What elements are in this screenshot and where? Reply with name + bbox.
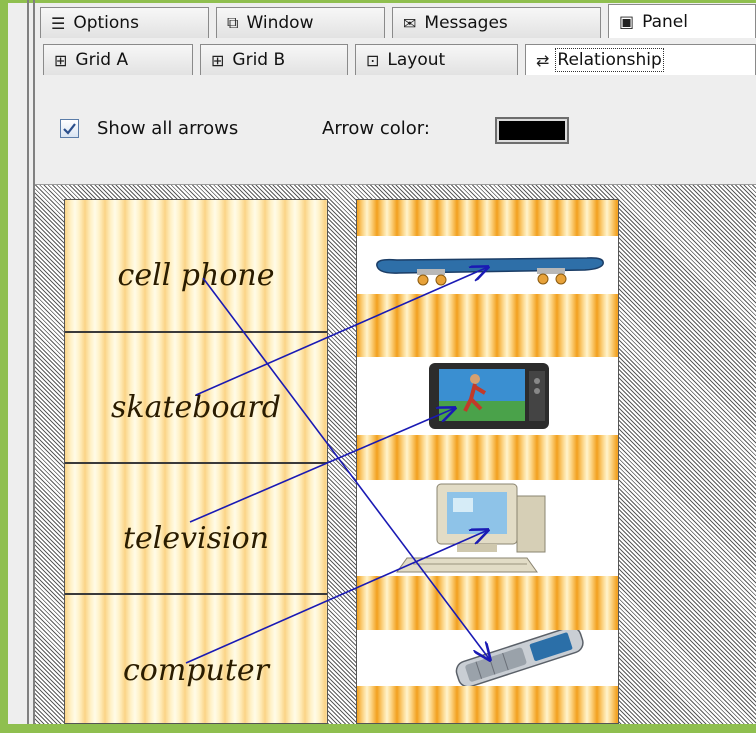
frame-divider bbox=[33, 0, 35, 724]
window-border-bottom bbox=[0, 724, 756, 733]
app-frame: ☰ Options ⧉ Window ✉ Messages ▣ Panel ⊞ … bbox=[0, 0, 756, 733]
arrow-skateboard bbox=[195, 267, 488, 396]
arrow-cell-phone bbox=[202, 277, 490, 660]
frame-divider bbox=[27, 0, 29, 724]
arrow-television bbox=[189, 408, 455, 523]
window-border-left bbox=[0, 0, 8, 733]
relationship-arrows bbox=[185, 0, 756, 733]
